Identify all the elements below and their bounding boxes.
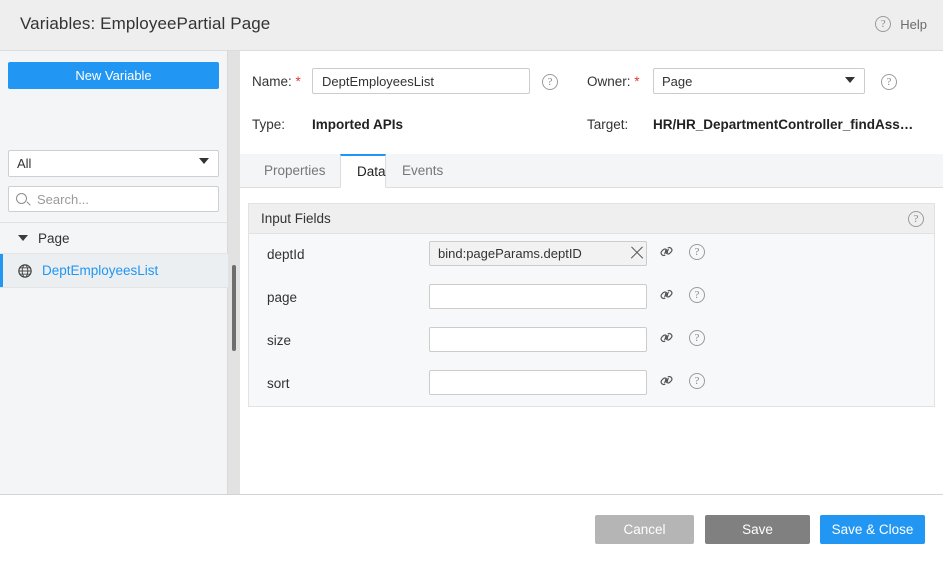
close-x-icon[interactable]	[629, 245, 645, 261]
required-marker: *	[634, 74, 639, 89]
field-label: deptId	[267, 247, 305, 262]
field-label: size	[267, 333, 291, 348]
search-input[interactable]	[35, 187, 215, 211]
owner-help-icon[interactable]: ?	[881, 74, 897, 90]
page-title: Variables: EmployeePartial Page	[20, 14, 270, 34]
owner-select[interactable]: Page	[653, 68, 865, 94]
input-fields-panel: Input Fields ? deptId ? pag	[248, 203, 935, 407]
tree-group-label: Page	[38, 231, 70, 246]
new-variable-button[interactable]: New Variable	[8, 62, 219, 89]
tab-events[interactable]: Events	[386, 154, 456, 188]
target-value: HR/HR_DepartmentController_findAss…	[653, 117, 913, 132]
tab-data[interactable]: Data	[340, 154, 386, 188]
field-help-icon[interactable]: ?	[689, 373, 705, 389]
field-label: page	[267, 290, 297, 305]
variable-type-filter-select[interactable]: All	[8, 150, 219, 177]
link-icon[interactable]	[658, 372, 675, 394]
dialog-titlebar: Variables: EmployeePartial Page ? Help	[0, 0, 943, 51]
field-input-deptid[interactable]	[429, 241, 647, 266]
name-label-text: Name:	[252, 74, 292, 89]
owner-label-text: Owner:	[587, 74, 631, 89]
globe-icon	[18, 264, 32, 278]
question-circle-icon: ?	[875, 16, 891, 32]
search-icon	[16, 193, 27, 204]
sidebar-scrollbar-thumb[interactable]	[232, 265, 236, 351]
field-row-page: page ?	[249, 277, 934, 320]
field-help-icon[interactable]: ?	[689, 287, 705, 303]
caret-down-icon	[18, 235, 28, 241]
field-input-size[interactable]	[429, 327, 647, 352]
link-icon[interactable]	[658, 286, 675, 308]
sidebar-item-label: DeptEmployeesList	[42, 263, 158, 278]
required-marker: *	[296, 74, 301, 89]
input-fields-title: Input Fields	[261, 211, 331, 226]
variable-detail-panel: Name: * ? Owner: * Page ? Type: Imported…	[240, 51, 943, 494]
dialog-footer: Cancel Save Save & Close	[0, 495, 943, 563]
owner-label: Owner: *	[587, 74, 640, 89]
type-value: Imported APIs	[312, 117, 403, 132]
cancel-button[interactable]: Cancel	[595, 515, 694, 544]
field-label: sort	[267, 376, 290, 391]
name-help-icon[interactable]: ?	[542, 74, 558, 90]
name-input[interactable]	[312, 68, 530, 94]
field-input-page[interactable]	[429, 284, 647, 309]
name-label: Name: *	[252, 74, 301, 89]
type-label: Type:	[252, 117, 285, 132]
link-icon[interactable]	[658, 329, 675, 351]
input-fields-header: Input Fields ?	[249, 204, 934, 234]
tree-group-page[interactable]: Page	[0, 223, 228, 253]
variables-dialog: Variables: EmployeePartial Page ? Help N…	[0, 0, 943, 563]
save-and-close-button[interactable]: Save & Close	[820, 515, 925, 544]
link-icon[interactable]	[658, 243, 675, 265]
variables-sidebar: New Variable All Page	[0, 51, 228, 494]
field-row-sort: sort ?	[249, 363, 934, 406]
sidebar-item-deptemployeeslist[interactable]: DeptEmployeesList	[0, 254, 228, 287]
search-box	[8, 186, 219, 212]
field-row-deptid: deptId ?	[249, 234, 934, 277]
field-help-icon[interactable]: ?	[689, 244, 705, 260]
field-row-size: size ?	[249, 320, 934, 363]
input-fields-help-icon[interactable]: ?	[908, 211, 924, 227]
field-input-sort[interactable]	[429, 370, 647, 395]
target-label: Target:	[587, 117, 628, 132]
tab-properties[interactable]: Properties	[248, 154, 340, 188]
tab-bar: Properties Data Events	[240, 154, 943, 188]
divider	[0, 287, 228, 288]
save-button[interactable]: Save	[705, 515, 810, 544]
help-link[interactable]: ? Help	[875, 16, 927, 32]
field-help-icon[interactable]: ?	[689, 330, 705, 346]
help-label: Help	[900, 17, 927, 32]
